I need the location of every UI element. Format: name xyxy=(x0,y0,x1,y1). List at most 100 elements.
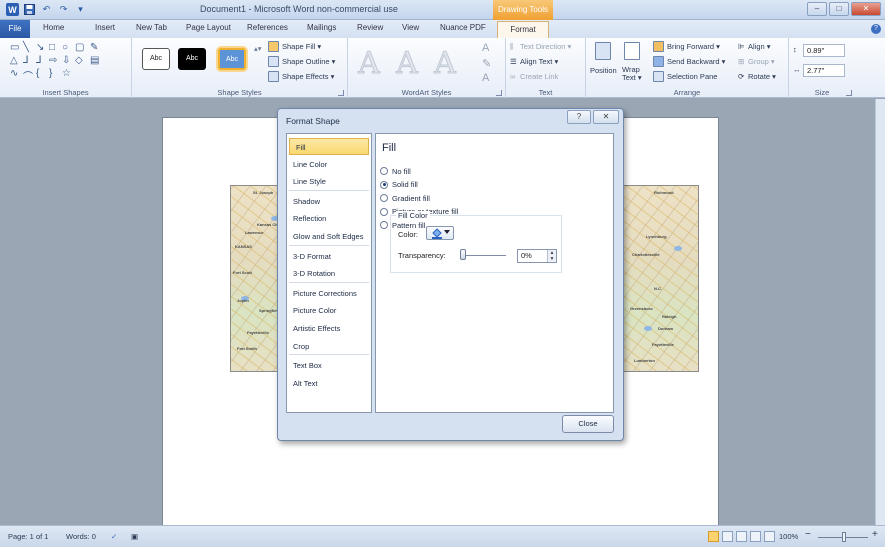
elbow-connector-shape-icon[interactable]: ⅃ xyxy=(23,55,29,66)
zoom-out-icon[interactable]: − xyxy=(805,529,811,540)
category-picture-corrections[interactable]: Picture Corrections xyxy=(287,285,371,302)
radio-button[interactable] xyxy=(380,180,388,189)
customize-qat-icon[interactable]: ▾ xyxy=(74,3,87,16)
draft-view-icon[interactable] xyxy=(764,531,775,542)
styles-scroll-icon[interactable]: ▴▾ xyxy=(254,44,262,53)
shape-outline-button[interactable]: Shape Outline ▾ xyxy=(282,57,335,66)
tab-references[interactable]: References xyxy=(247,23,288,32)
wordart-style-1[interactable]: A xyxy=(354,46,384,82)
shape-width-input[interactable]: 2.77" xyxy=(803,64,845,77)
transparency-slider-track[interactable] xyxy=(462,255,506,256)
category-reflection[interactable]: Reflection xyxy=(287,210,371,227)
dialog-help-button[interactable]: ? xyxy=(567,110,591,124)
tab-file[interactable]: File xyxy=(0,20,30,38)
print-layout-view-icon[interactable] xyxy=(708,531,719,542)
tab-mailings[interactable]: Mailings xyxy=(307,23,336,32)
shape-fill-icon[interactable] xyxy=(268,41,279,52)
rotate-button[interactable]: Rotate ▾ xyxy=(748,72,776,81)
shape-style-black[interactable]: Abc xyxy=(178,48,206,70)
vertical-scrollbar[interactable] xyxy=(875,99,885,525)
bring-forward-icon[interactable] xyxy=(653,41,664,52)
redo-icon[interactable]: ↷ xyxy=(57,3,70,16)
align-icon[interactable]: ⊫ xyxy=(738,42,745,51)
shape-style-white[interactable]: Abc xyxy=(142,48,170,70)
align-text-icon[interactable]: ☰ xyxy=(510,57,517,66)
shape-fill-button[interactable]: Shape Fill ▾ xyxy=(282,42,321,51)
restore-button[interactable]: □ xyxy=(829,2,849,16)
map-image-right[interactable]: Richmond Lynchburg Charlottesville N.C. Rale… xyxy=(623,185,699,372)
full-screen-reading-view-icon[interactable] xyxy=(722,531,733,542)
web-layout-view-icon[interactable] xyxy=(736,531,747,542)
bring-forward-button[interactable]: Bring Forward ▾ xyxy=(667,42,720,51)
shape-outline-icon[interactable] xyxy=(268,56,279,67)
tab-nuance-pdf[interactable]: Nuance PDF xyxy=(440,23,486,32)
text-effects-icon[interactable]: A xyxy=(482,72,489,84)
right-arrow-shape-icon[interactable]: ⇨ xyxy=(49,55,57,66)
help-icon[interactable]: ? xyxy=(871,24,881,34)
category-glow-and-soft-edges[interactable]: Glow and Soft Edges xyxy=(287,228,371,245)
fill-option-gradient-fill[interactable]: Gradient fill xyxy=(380,192,430,204)
brace-right-shape-icon[interactable]: } xyxy=(49,68,52,79)
corner-shape-icon[interactable]: ⅃ xyxy=(36,55,42,66)
category-text-box[interactable]: Text Box xyxy=(287,357,371,374)
shape-styles-launcher-icon[interactable] xyxy=(338,90,344,96)
oval-shape-icon[interactable]: ○ xyxy=(62,42,68,53)
arrow-line-shape-icon[interactable]: ↘ xyxy=(36,42,44,53)
rectangle-shape-icon[interactable]: □ xyxy=(49,42,55,53)
text-direction-button[interactable]: Text Direction ▾ xyxy=(520,42,571,51)
shape-effects-button[interactable]: Shape Effects ▾ xyxy=(282,72,334,81)
transparency-slider-thumb[interactable] xyxy=(460,249,466,260)
category-shadow[interactable]: Shadow xyxy=(287,193,371,210)
word-count[interactable]: Words: 0 xyxy=(66,532,96,541)
tab-format[interactable]: Format xyxy=(497,21,549,38)
category-3-d-format[interactable]: 3-D Format xyxy=(287,248,371,265)
save-icon[interactable] xyxy=(23,3,36,16)
tab-page-layout[interactable]: Page Layout xyxy=(186,23,231,32)
wrap-text-icon[interactable] xyxy=(624,42,640,60)
page-count[interactable]: Page: 1 of 1 xyxy=(8,532,48,541)
selection-pane-button[interactable]: Selection Pane xyxy=(667,72,717,81)
zoom-level[interactable]: 100% xyxy=(779,532,798,541)
tab-home[interactable]: Home xyxy=(43,23,64,32)
category-crop[interactable]: Crop xyxy=(287,338,371,355)
zoom-slider-thumb[interactable] xyxy=(842,532,846,542)
tab-review[interactable]: Review xyxy=(357,23,383,32)
curve-shape-icon[interactable]: ∿ xyxy=(10,68,18,79)
proofing-icon[interactable]: ✓ xyxy=(111,532,117,541)
radio-button[interactable] xyxy=(380,221,388,229)
draw-text-box-icon[interactable]: ▤ xyxy=(90,55,99,66)
category-picture-color[interactable]: Picture Color xyxy=(287,302,371,319)
wrap-text-button[interactable]: Wrap Text ▾ xyxy=(622,66,644,82)
shape-style-blue[interactable]: Abc xyxy=(218,48,246,70)
dialog-close-x-button[interactable]: ✕ xyxy=(593,110,619,124)
category-alt-text[interactable]: Alt Text xyxy=(287,375,371,392)
rotate-icon[interactable]: ⟳ xyxy=(738,72,744,81)
radio-button[interactable] xyxy=(380,167,388,175)
close-window-button[interactable]: ✕ xyxy=(851,2,881,16)
text-outline-icon[interactable]: ✎ xyxy=(482,57,491,70)
group-icon[interactable]: ⊞ xyxy=(738,57,744,66)
fill-option-solid-fill[interactable]: Solid fill xyxy=(380,179,418,191)
zoom-in-icon[interactable]: + xyxy=(872,529,878,540)
tab-new-tab[interactable]: New Tab xyxy=(136,23,167,32)
category-3-d-rotation[interactable]: 3-D Rotation xyxy=(287,265,371,282)
category-line-color[interactable]: Line Color xyxy=(287,156,371,173)
line-shape-icon[interactable]: ╲ xyxy=(23,42,29,53)
undo-icon[interactable]: ↶ xyxy=(40,3,53,16)
category-line-style[interactable]: Line Style xyxy=(287,173,371,190)
triangle-shape-icon[interactable]: △ xyxy=(10,55,18,66)
text-direction-icon[interactable]: ⫼ xyxy=(510,42,513,52)
transparency-spinner-icon[interactable]: ▲ ▼ xyxy=(547,250,556,262)
text-fill-icon[interactable]: A xyxy=(482,42,489,54)
position-button[interactable]: Position xyxy=(590,66,617,75)
shape-effects-icon[interactable] xyxy=(268,71,279,82)
shapes-gallery[interactable]: ▭ ╲ ↘ □ ○ ▢ △ ⅃ ⅃ ⇨ ⇩ ◇ ∿ ⌒ { } ☆ ✎ ▤ xyxy=(10,42,122,86)
wordart-style-2[interactable]: A xyxy=(392,46,422,82)
outline-view-icon[interactable] xyxy=(750,531,761,542)
word-logo-icon[interactable]: W xyxy=(6,3,19,16)
align-button[interactable]: Align ▾ xyxy=(748,42,771,51)
align-text-button[interactable]: Align Text ▾ xyxy=(520,57,558,66)
star-shape-icon[interactable]: ☆ xyxy=(62,68,71,79)
rounded-rectangle-shape-icon[interactable]: ▢ xyxy=(75,42,84,53)
brace-left-shape-icon[interactable]: { xyxy=(36,68,39,79)
